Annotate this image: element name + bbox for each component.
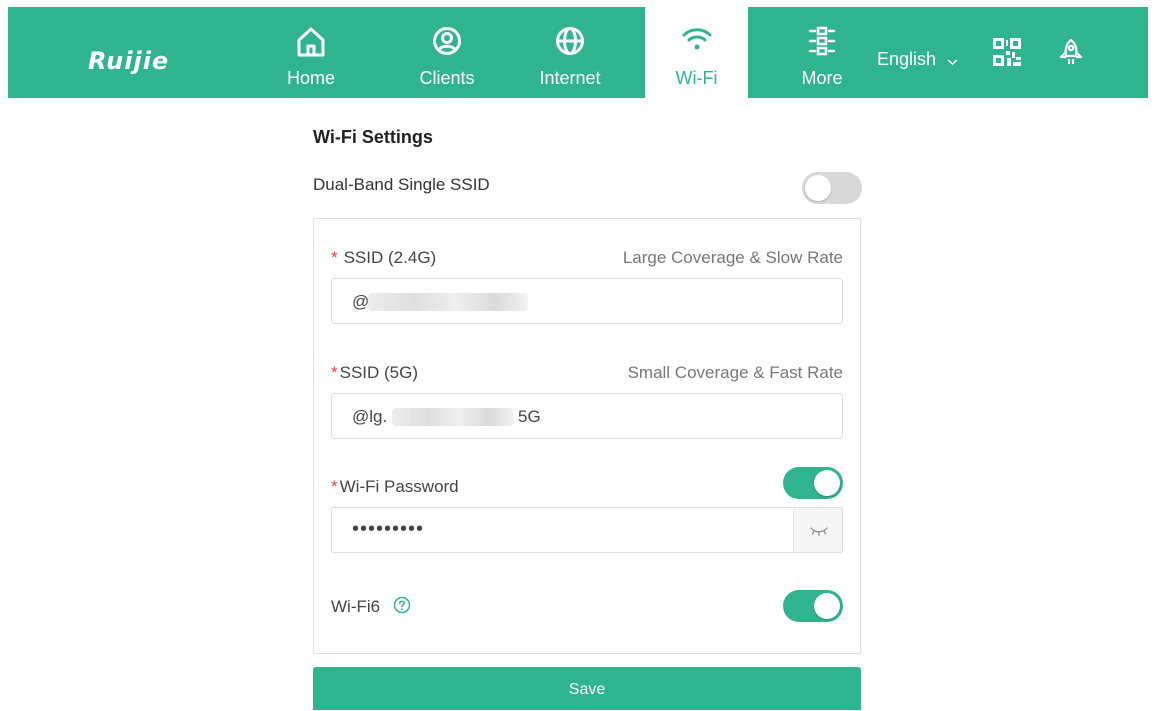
- wifi-icon: [681, 26, 713, 57]
- ssid-5-label-text: SSID (5G): [339, 363, 419, 382]
- ssid-5-label: * SSID (5G): [331, 363, 418, 383]
- nav-home-label: Home: [286, 68, 335, 88]
- ruijie-logo: Ruijie: [88, 47, 170, 75]
- top-navigation-bar: Ruijie Home Clients Internet Wi-Fi More …: [8, 7, 1148, 98]
- language-selector[interactable]: English: [877, 49, 958, 71]
- required-marker: *: [331, 248, 338, 267]
- user-circle-icon: [432, 26, 462, 61]
- ssid-5-hint: Small Coverage & Fast Rate: [627, 363, 843, 382]
- eye-closed-icon: [810, 527, 828, 537]
- nav-home[interactable]: Home: [278, 7, 344, 98]
- redacted-text: [392, 408, 514, 426]
- ssid-24-value: @: [352, 292, 370, 311]
- dual-band-label: Dual-Band Single SSID: [313, 175, 490, 194]
- globe-icon: [555, 26, 585, 61]
- qr-code-icon[interactable]: [993, 38, 1021, 71]
- password-masked-value: •••••••••: [352, 518, 425, 540]
- nav-internet[interactable]: Internet: [526, 7, 614, 98]
- ssid-24-hint: Large Coverage & Slow Rate: [622, 248, 843, 267]
- rocket-icon[interactable]: [1059, 38, 1083, 71]
- required-marker: *: [331, 363, 338, 382]
- save-button[interactable]: Save: [313, 667, 861, 710]
- wifi-password-toggle[interactable]: [783, 467, 843, 499]
- nav-internet-label: Internet: [539, 68, 601, 88]
- ssid-5-input[interactable]: @lg. 5G: [331, 393, 843, 439]
- nav-wifi[interactable]: Wi-Fi: [645, 7, 748, 98]
- wifi6-label-text: Wi-Fi6: [331, 596, 381, 616]
- ssid-5-value-prefix: @lg.: [352, 407, 388, 426]
- redacted-text: [368, 293, 528, 311]
- toggle-knob: [814, 470, 840, 496]
- nav-more[interactable]: More: [786, 7, 858, 98]
- ssid-5-value-suffix: 5G: [518, 407, 541, 426]
- show-password-button[interactable]: [793, 507, 843, 553]
- question-circle-icon[interactable]: [393, 596, 411, 619]
- wifi6-toggle[interactable]: [783, 590, 843, 622]
- wifi-password-label: * Wi-Fi Password: [331, 477, 459, 497]
- chevron-down-icon: [947, 50, 958, 71]
- page-title: Wi-Fi Settings: [313, 127, 433, 147]
- nav-clients-label: Clients: [419, 68, 475, 88]
- ssid-24-label: * SSID (2.4G): [331, 248, 436, 268]
- toggle-knob: [814, 593, 840, 619]
- wifi-password-label-text: Wi-Fi Password: [339, 477, 459, 496]
- nav-more-label: More: [801, 68, 843, 88]
- wifi-password-input[interactable]: •••••••••: [331, 507, 794, 553]
- ssid-24-input[interactable]: @: [331, 278, 843, 324]
- toggle-knob: [805, 175, 831, 201]
- required-marker: *: [331, 477, 338, 496]
- ssid-24-label-text: SSID (2.4G): [343, 248, 437, 267]
- nav-wifi-label: Wi-Fi: [675, 68, 718, 88]
- nav-clients[interactable]: Clients: [406, 7, 488, 98]
- wifi6-label: Wi-Fi6: [331, 596, 411, 619]
- dual-band-toggle[interactable]: [802, 172, 862, 204]
- home-icon: [296, 26, 326, 63]
- sliders-icon: [807, 26, 837, 61]
- language-selected: English: [877, 49, 937, 69]
